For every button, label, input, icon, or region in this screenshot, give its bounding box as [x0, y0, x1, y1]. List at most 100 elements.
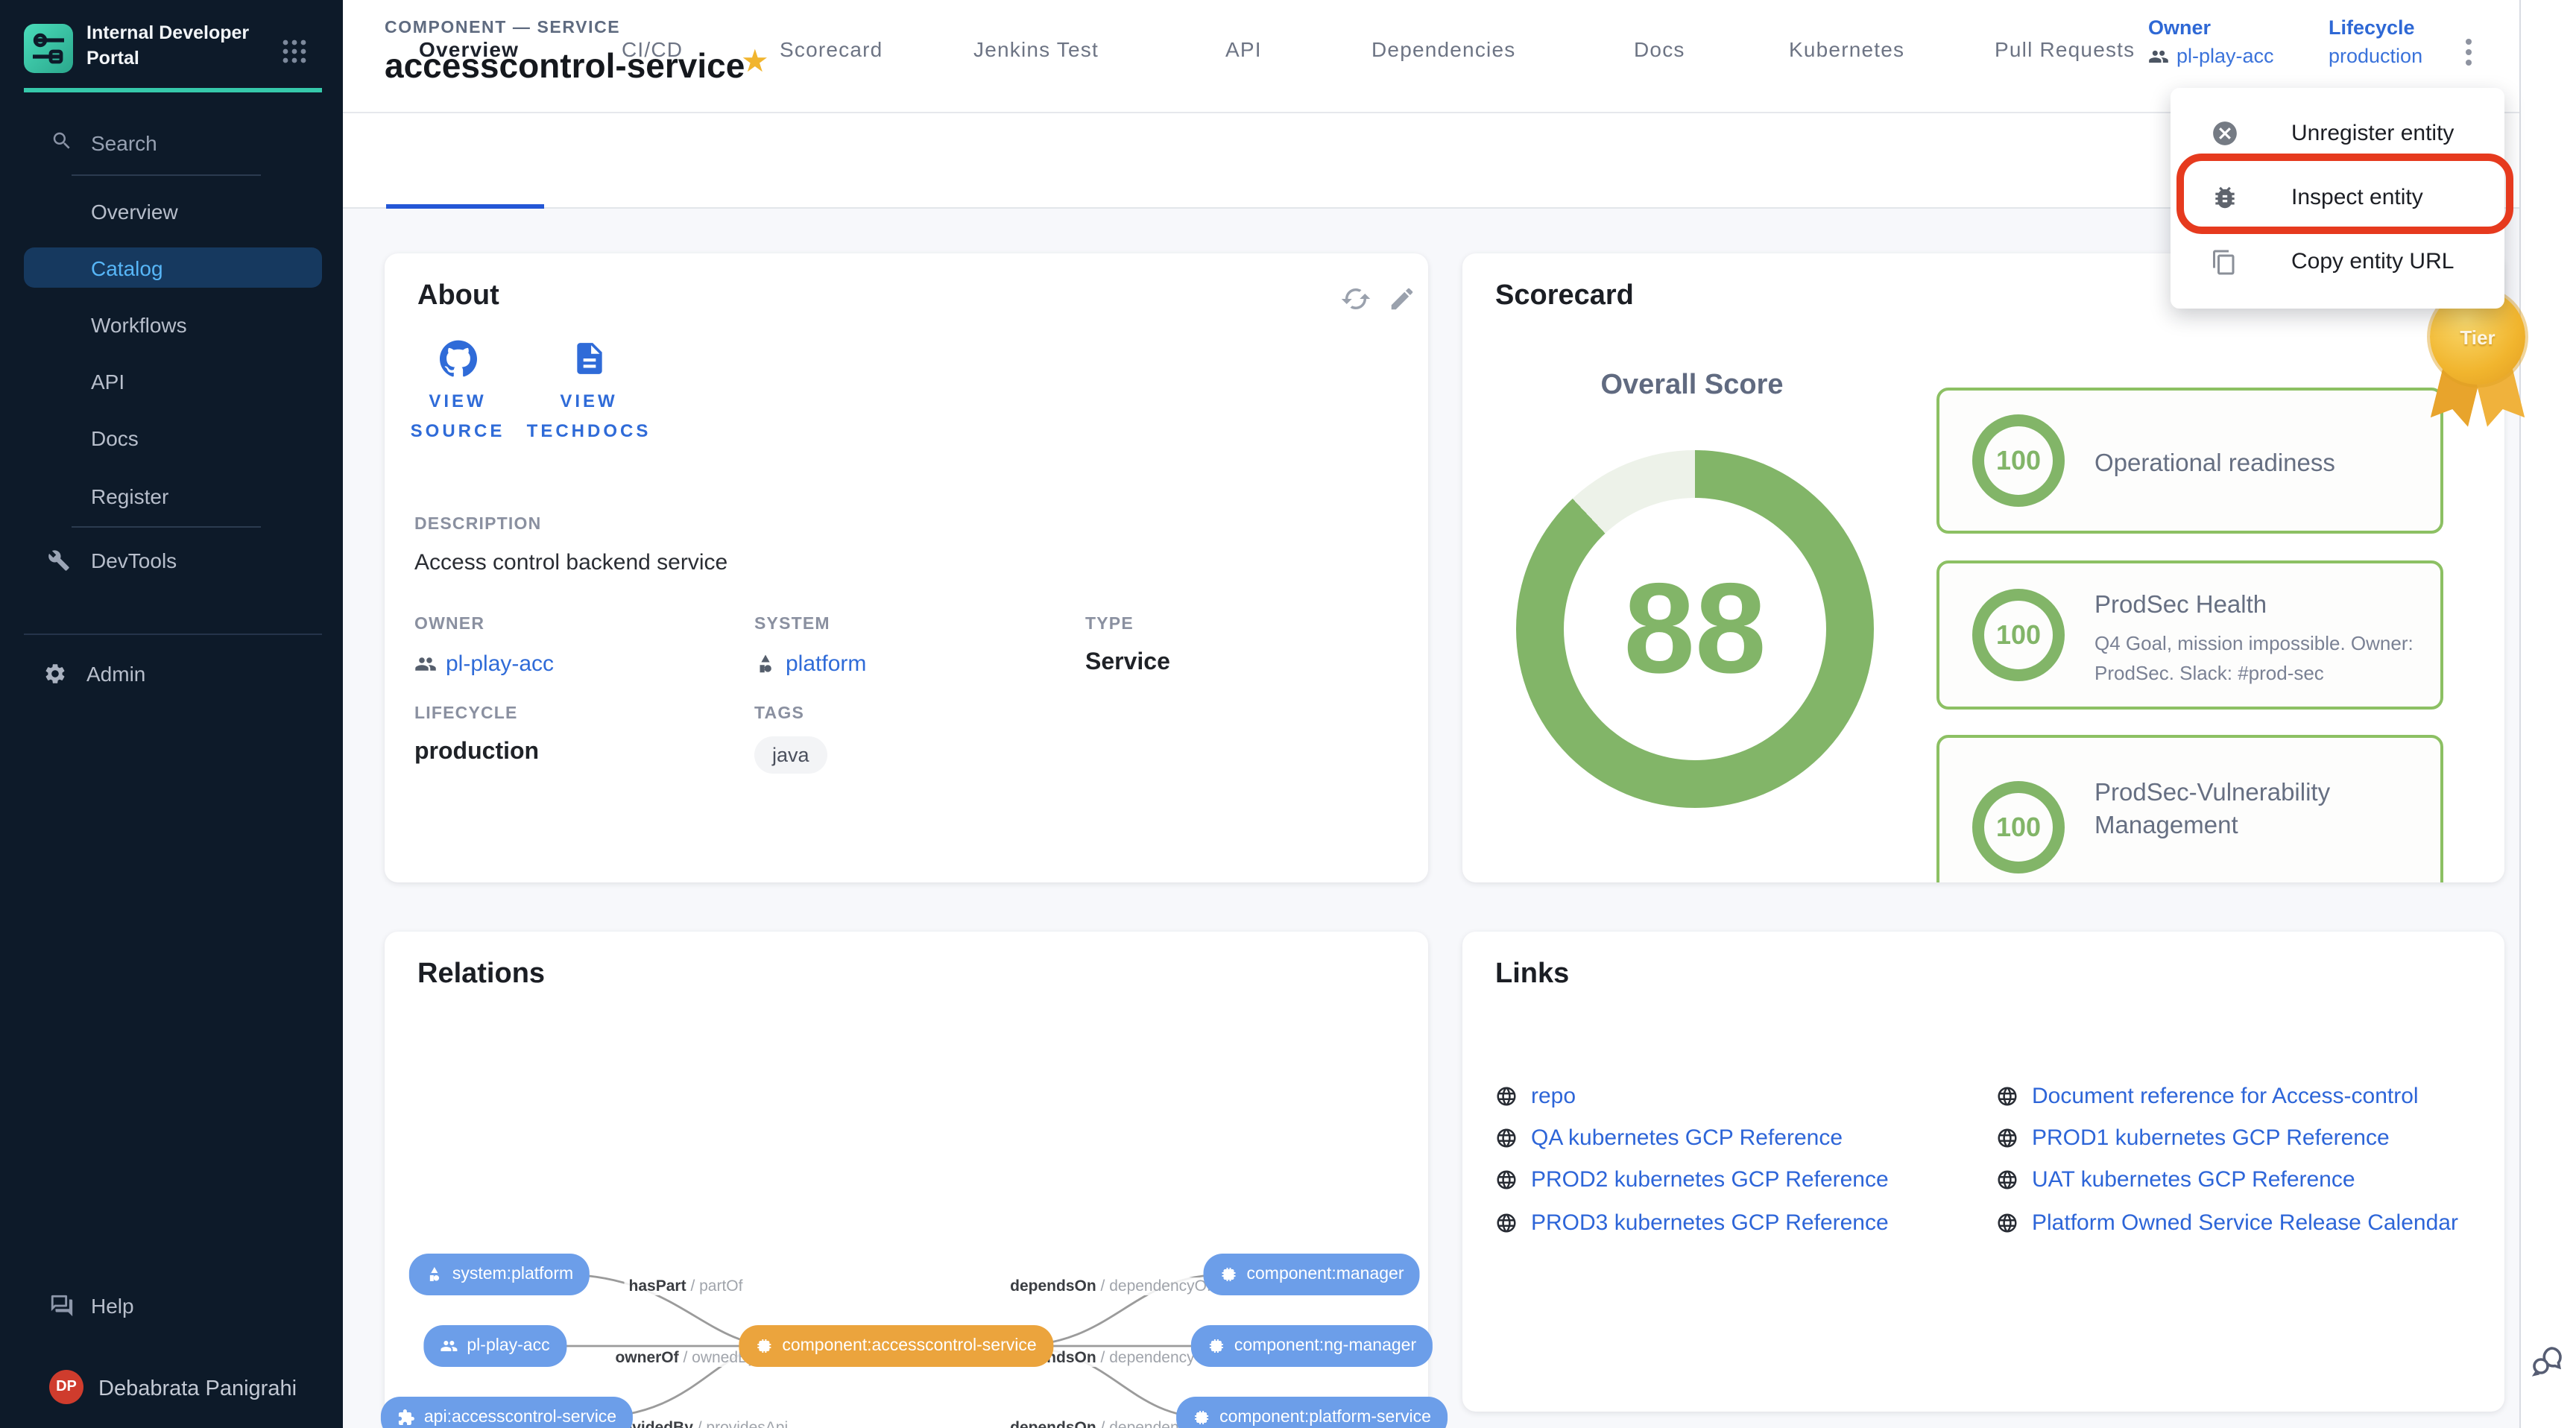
graph-node-api-accesscontrol-service[interactable]: api:accesscontrol-service — [381, 1397, 633, 1428]
component-chip-icon — [755, 1337, 773, 1355]
graph-node-component-manager[interactable]: component:manager — [1204, 1254, 1421, 1295]
scorecard-item-prodsec-health[interactable]: 100 ProdSec Health Q4 Goal, mission impo… — [1936, 560, 2443, 710]
sidebar-item-docs[interactable]: Docs — [0, 417, 343, 458]
owner-label: Owner — [2148, 16, 2274, 39]
component-chip-icon — [1193, 1409, 1210, 1427]
scorecard-item-subtitle: Q4 Goal, mission impossible. Owner: Prod… — [2094, 629, 2422, 689]
graph-node-component-platform-service[interactable]: component:platform-service — [1176, 1397, 1448, 1428]
app-logo-icon[interactable] — [24, 24, 73, 73]
techdocs-icon — [570, 340, 607, 377]
tab-docs[interactable]: Docs — [1634, 37, 1685, 61]
apps-grid-icon[interactable] — [282, 39, 307, 64]
wrench-icon — [48, 549, 70, 571]
sidebar-item-admin[interactable]: Admin — [0, 653, 343, 693]
edit-button[interactable] — [1388, 285, 1416, 313]
edge-label-haspart: hasPart / partOf — [625, 1277, 748, 1295]
tab-jenkins-test[interactable]: Jenkins Test — [973, 37, 1099, 61]
link-uat-kubernetes[interactable]: UAT kubernetes GCP Reference — [1996, 1167, 2355, 1192]
sidebar-item-api[interactable]: API — [0, 361, 343, 401]
entity-more-menu-button[interactable] — [2458, 34, 2479, 79]
lifecycle-label: Lifecycle — [2329, 16, 2422, 39]
sidebar-item-workflows[interactable]: Workflows — [0, 304, 343, 344]
entity-context-menu: Unregister entity Inspect entity Copy en… — [2171, 88, 2504, 309]
avatar[interactable]: DP — [49, 1370, 83, 1404]
system-field: SYSTEM platform — [754, 616, 866, 677]
scorecard-item-vulnerability-management[interactable]: 100 ProdSec-Vulnerability Management — [1936, 735, 2443, 882]
header-lifecycle-field: Lifecycle production — [2329, 16, 2422, 67]
app-window: Internal Developer Portal Search Overvie… — [0, 0, 2576, 1428]
overall-score-label: Overall Score — [1519, 370, 1865, 402]
scorecard-card: Scorecard Overall Score 88 100 Operation… — [1462, 253, 2504, 882]
link-repo[interactable]: repo — [1495, 1084, 1576, 1109]
tab-scorecard[interactable]: Scorecard — [780, 37, 883, 61]
owner-link[interactable]: pl-play-acc — [2148, 45, 2274, 67]
relations-card: Relations hasPart / partOf dependsOn / d… — [385, 932, 1428, 1428]
graph-node-component-accesscontrol-service[interactable]: component:accesscontrol-service — [739, 1325, 1052, 1367]
score-ring: 100 — [1972, 781, 2065, 873]
tab-kubernetes[interactable]: Kubernetes — [1789, 37, 1904, 61]
tier-badge: Tier — [2430, 289, 2525, 426]
score-ring: 100 — [1972, 414, 2065, 507]
scorecard-item-operational-readiness[interactable]: 100 Operational readiness — [1936, 388, 2443, 534]
sidebar-item-devtools[interactable]: DevTools — [0, 540, 343, 580]
sidebar-search[interactable]: Search — [0, 125, 343, 164]
sidebar-accent-divider — [24, 88, 322, 92]
score-ring: 100 — [1972, 589, 2065, 681]
tab-cicd[interactable]: CI/CD — [622, 37, 683, 61]
link-release-calendar[interactable]: Platform Owned Service Release Calendar — [1996, 1210, 2458, 1236]
link-document-reference[interactable]: Document reference for Access-control — [1996, 1084, 2419, 1109]
graph-node-system-platform[interactable]: system:platform — [409, 1254, 590, 1295]
system-link[interactable]: platform — [754, 651, 866, 677]
sidebar-item-catalog[interactable]: Catalog — [0, 247, 343, 288]
links-card: Links repo QA kubernetes GCP Reference P… — [1462, 932, 2504, 1412]
sidebar: Internal Developer Portal Search Overvie… — [0, 0, 343, 1428]
user-name[interactable]: Debabrata Panigrahi — [98, 1377, 297, 1401]
graph-node-pl-play-acc[interactable]: pl-play-acc — [423, 1325, 566, 1367]
menu-item-unregister-entity[interactable]: Unregister entity — [2171, 101, 2504, 165]
gear-icon — [43, 661, 67, 685]
feedback-chat-icon[interactable] — [2530, 1343, 2566, 1379]
globe-icon — [1996, 1169, 2018, 1191]
globe-icon — [1996, 1127, 2018, 1149]
system-icon — [754, 653, 777, 675]
sidebar-item-register[interactable]: Register — [0, 476, 343, 516]
link-prod1-kubernetes[interactable]: PROD1 kubernetes GCP Reference — [1996, 1125, 2390, 1151]
globe-icon — [1495, 1169, 1518, 1191]
system-icon — [426, 1266, 443, 1283]
sidebar-item-overview[interactable]: Overview — [0, 191, 343, 231]
type-value: Service — [1085, 650, 1170, 677]
tag-chip[interactable]: java — [754, 736, 827, 774]
overall-score-value: 88 — [1623, 555, 1766, 703]
search-underline — [72, 174, 261, 176]
sidebar-item-help[interactable]: Help — [0, 1285, 343, 1325]
api-puzzle-icon — [397, 1409, 415, 1427]
favorite-star-icon[interactable]: ★ — [741, 43, 769, 80]
refresh-button[interactable] — [1340, 283, 1371, 315]
tab-api[interactable]: API — [1225, 37, 1262, 61]
link-qa-kubernetes[interactable]: QA kubernetes GCP Reference — [1495, 1125, 1843, 1151]
component-chip-icon — [1220, 1266, 1238, 1283]
link-prod3-kubernetes[interactable]: PROD3 kubernetes GCP Reference — [1495, 1210, 1889, 1236]
graph-node-component-ng-manager[interactable]: component:ng-manager — [1191, 1325, 1433, 1367]
description-value: Access control backend service — [414, 550, 727, 575]
globe-icon — [1495, 1212, 1518, 1234]
edge-label-dependson: dependsOn / dependencyOf — [1006, 1277, 1216, 1295]
owner-link[interactable]: pl-play-acc — [414, 651, 554, 677]
type-field: TYPE Service — [1085, 616, 1170, 677]
menu-item-copy-entity-url[interactable]: Copy entity URL — [2171, 230, 2504, 294]
tab-overview[interactable]: Overview — [419, 37, 519, 61]
group-icon — [440, 1337, 458, 1355]
description-field: DESCRIPTION Access control backend servi… — [414, 516, 727, 575]
view-techdocs-button[interactable]: VIEWTECHDOCS — [507, 340, 671, 446]
link-prod2-kubernetes[interactable]: PROD2 kubernetes GCP Reference — [1495, 1167, 1889, 1192]
overall-score-donut: 88 — [1516, 450, 1874, 808]
active-tab-indicator — [386, 204, 544, 209]
tab-dependencies[interactable]: Dependencies — [1371, 37, 1515, 61]
menu-item-inspect-entity[interactable]: Inspect entity — [2171, 165, 2504, 230]
tab-pull-requests[interactable]: Pull Requests — [1995, 37, 2135, 61]
sidebar-divider — [24, 634, 322, 635]
github-icon — [439, 340, 476, 377]
cancel-icon — [2210, 119, 2238, 148]
group-icon — [2148, 45, 2169, 66]
about-title: About — [417, 280, 499, 313]
